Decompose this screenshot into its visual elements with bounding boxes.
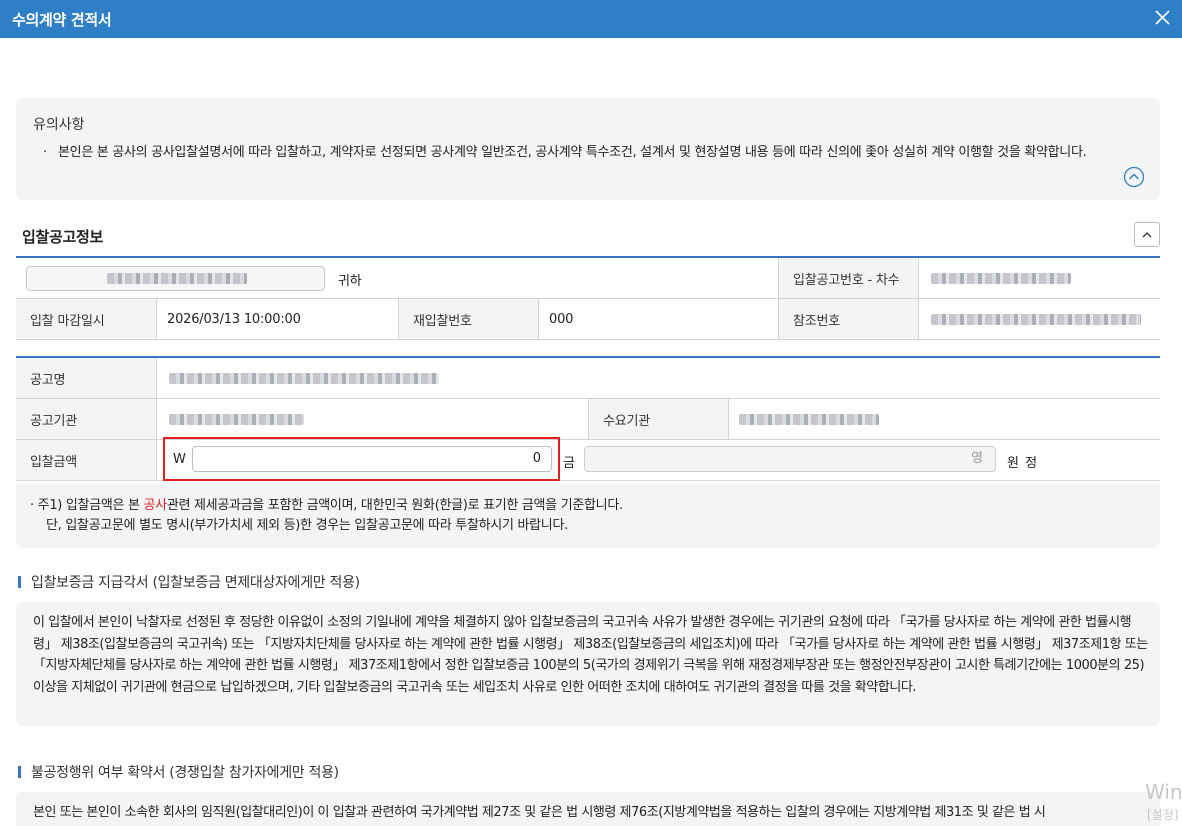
note-highlight: 공사: [143, 498, 168, 513]
demand-agency-label: 수요기관: [588, 399, 728, 439]
watermark-subtext: [설정]: [1147, 808, 1179, 822]
notice-body: 본인은 본 공사의 공사입찰설명서에 따라 입찰하고, 계약자로 선정되면 공사…: [58, 145, 1087, 160]
redacted-text: [169, 413, 304, 425]
redacted-text: [107, 273, 247, 284]
guarantee-box: 이 입찰에서 본인이 낙찰자로 선정된 후 정당한 이유없이 소정의 기일내에 …: [16, 602, 1160, 726]
deadline-label: 입찰 마감일시: [16, 299, 156, 339]
fair-trade-box: 본인 또는 본인이 소속한 회사의 임직원(입찰대리인)이 이 입찰과 관련하여…: [16, 792, 1160, 826]
rebid-value: 000: [538, 299, 778, 339]
korean-prefix: 금: [563, 456, 575, 471]
chevron-up-circle-icon[interactable]: [1123, 166, 1145, 188]
bid-amount-input[interactable]: 0: [192, 446, 552, 472]
korean-amount-field: 영: [584, 446, 996, 472]
collapse-button[interactable]: [1134, 222, 1160, 247]
section-bar: [18, 766, 21, 778]
note-line-2: 단, 입찰공고문에 별도 명시(부가가치세 제외 등)한 경우는 입찰공고문에 …: [46, 518, 568, 533]
close-icon[interactable]: [1152, 6, 1174, 30]
fair-trade-title: 불공정행위 여부 확약서 (경쟁입찰 참가자에게만 적용): [18, 762, 339, 782]
note-line-1: · 주1) 입찰금액은 본 공사관련 제세공과금을 포함한 금액이며, 대한민국…: [30, 498, 623, 513]
demand-agency-value: [728, 399, 1160, 439]
chevron-up-icon: [1142, 232, 1152, 238]
table-row: 공고기관 수요기관: [16, 399, 1160, 440]
redacted-text: [739, 413, 879, 425]
section-bar: [18, 576, 21, 588]
ref-value: [918, 299, 1160, 339]
korean-suffix: 원 정: [1007, 456, 1039, 471]
notice-box: 유의사항 · 본인은 본 공사의 공사입찰설명서에 따라 입찰하고, 계약자로 …: [16, 98, 1160, 200]
agency-value: [156, 399, 588, 439]
redacted-text: [931, 272, 1071, 284]
table-row: 공고명: [16, 358, 1160, 399]
notice-title: 유의사항: [33, 117, 85, 133]
notice-number-value: [918, 258, 1160, 298]
guarantee-title: 입찰보증금 지급각서 (입찰보증금 면제대상자에게만 적용): [18, 572, 360, 592]
notice-name-value: [156, 358, 1160, 398]
redacted-text: [931, 313, 1141, 325]
notice-bullet: ·: [43, 145, 48, 160]
redacted-text: [169, 372, 439, 384]
watermark-text: Wind: [1145, 780, 1182, 804]
notice-name-label: 공고명: [16, 358, 156, 398]
rebid-label: 재입찰번호: [398, 299, 538, 339]
table-row: 귀하 입찰공고번호 - 차수: [16, 258, 1160, 299]
amount-note-box: · 주1) 입찰금액은 본 공사관련 제세공과금을 포함한 금액이며, 대한민국…: [16, 484, 1160, 548]
amount-label: 입찰금액: [16, 440, 156, 480]
bid-info-title: 입찰공고정보: [22, 228, 104, 246]
notice-number-label: 입찰공고번호 - 차수: [778, 258, 918, 298]
window-title: 수의계약 견적서: [12, 11, 112, 29]
recipient-suffix: 귀하: [338, 274, 362, 289]
bid-info-table: 귀하 입찰공고번호 - 차수 입찰 마감일시 2026/03/13 10:00:…: [16, 256, 1160, 340]
agency-label: 공고기관: [16, 399, 156, 439]
ref-label: 참조번호: [778, 299, 918, 339]
deadline-value: 2026/03/13 10:00:00: [156, 299, 398, 339]
guarantee-body: 이 입찰에서 본인이 낙찰자로 선정된 후 정당한 이유없이 소정의 기일내에 …: [33, 615, 1148, 695]
recipient-name-field: [26, 266, 325, 291]
title-bar: 수의계약 견적서: [0, 0, 1182, 38]
recipient-cell: 귀하: [16, 258, 778, 298]
fair-trade-body: 본인 또는 본인이 소속한 회사의 임직원(입찰대리인)이 이 입찰과 관련하여…: [33, 805, 1046, 820]
table-row: 입찰 마감일시 2026/03/13 10:00:00 재입찰번호 000 참조…: [16, 299, 1160, 340]
